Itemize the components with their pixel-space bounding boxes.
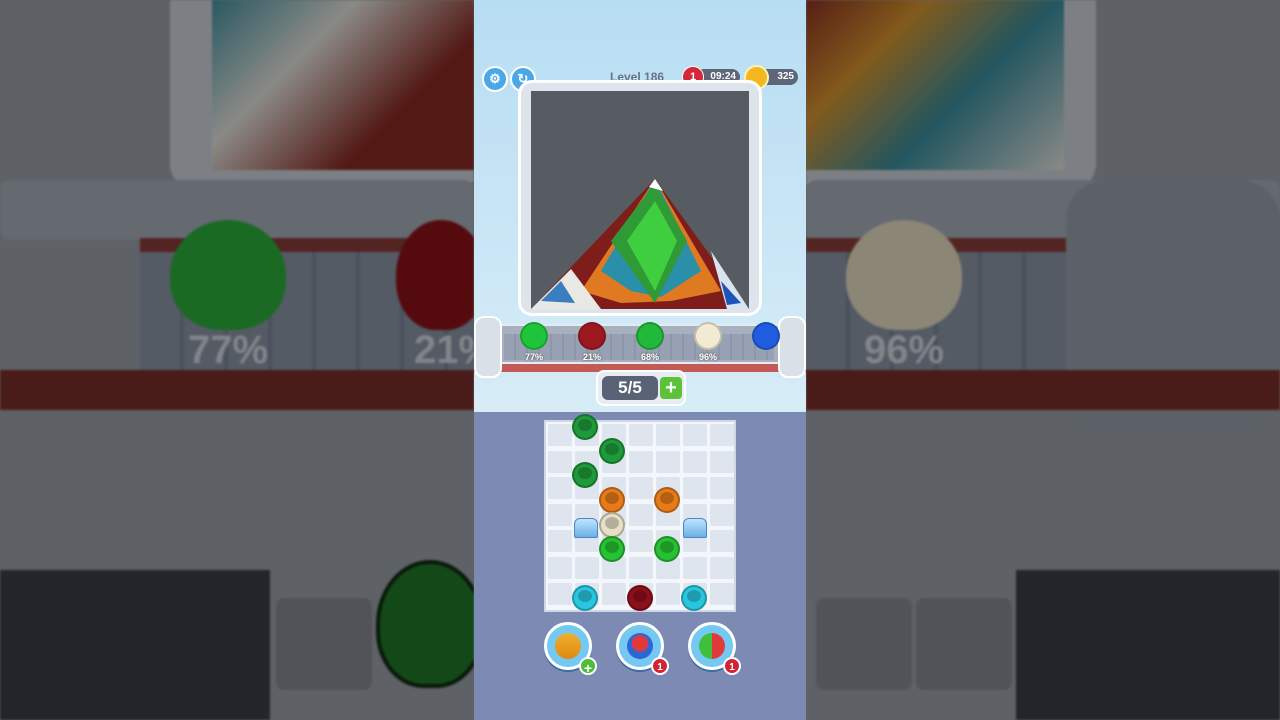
bg-tile: [816, 598, 912, 690]
grid-cell[interactable]: [548, 450, 572, 473]
grid-cell[interactable]: [656, 450, 680, 473]
grid-cell[interactable]: [710, 477, 734, 499]
powerup-badge: +: [579, 657, 597, 676]
shelf-cup[interactable]: [636, 322, 664, 350]
board-cup[interactable]: [572, 462, 598, 488]
grid-cell[interactable]: [629, 477, 653, 499]
grid-cell[interactable]: [548, 583, 572, 605]
magnet-icon: [627, 633, 653, 659]
grid-cell[interactable]: [548, 477, 572, 499]
background-right: 96%: [806, 0, 1280, 720]
powerup-badge: 1: [723, 657, 741, 675]
board-cup[interactable]: [599, 438, 625, 464]
grid-cell[interactable]: [575, 556, 599, 579]
bg-floor: [1016, 570, 1280, 720]
board-cup[interactable]: [599, 536, 625, 562]
grid-cell[interactable]: [548, 503, 572, 526]
shelf-cup[interactable]: [694, 322, 722, 350]
bg-painting: [806, 0, 1064, 170]
color-shelf: 77% 21% 68% 96%: [474, 314, 806, 378]
shuffle-powerup-button[interactable]: 1: [688, 622, 741, 675]
board-cup[interactable]: [654, 487, 680, 513]
shelf-cup-percent: 21%: [582, 352, 601, 362]
magnet-powerup-button[interactable]: 1: [616, 622, 669, 675]
grid-cell[interactable]: [683, 424, 707, 446]
slot-counter-value: 5/5: [602, 376, 658, 400]
shelf-cup-percent: 77%: [524, 352, 543, 362]
bg-rail-lower: [0, 370, 474, 410]
shelf-bracket-right: [778, 316, 806, 378]
bg-cup-red: [396, 220, 474, 330]
bg-percent: 96%: [864, 328, 945, 372]
bg-cup-cream: [846, 220, 962, 330]
grid-cell[interactable]: [629, 503, 653, 526]
grid-cell[interactable]: [629, 530, 653, 552]
gear-icon: ⚙: [489, 71, 501, 86]
grid-cell[interactable]: [602, 583, 626, 605]
bg-tile: [916, 598, 1012, 690]
board-cup[interactable]: [572, 414, 598, 440]
paint-bucket-powerup-button[interactable]: +: [544, 622, 597, 676]
game-view: ⚙ ↻ Level 186 09:24 1 325 77% 21% 68% 96…: [474, 0, 806, 720]
grid-cell[interactable]: [656, 583, 680, 605]
puzzle-grid: [544, 420, 736, 612]
bg-rail-lower: [806, 370, 1280, 410]
bg-cup-green: [170, 220, 286, 330]
grid-cell[interactable]: [710, 556, 734, 579]
blocker-tile: [683, 518, 707, 538]
blocker-tile: [574, 518, 598, 538]
shelf-cup-percent: 96%: [698, 352, 717, 362]
grid-cell[interactable]: [683, 556, 707, 579]
shuffle-icon: [699, 633, 725, 659]
grid-cell[interactable]: [548, 530, 572, 552]
grid-cell[interactable]: [629, 450, 653, 473]
grid-cell[interactable]: [683, 477, 707, 499]
bg-percent: 77%: [188, 328, 269, 372]
board-cup[interactable]: [599, 487, 625, 513]
powerup-badge: 1: [651, 657, 669, 675]
bg-tile: [276, 598, 372, 690]
shelf-bracket-left: [474, 316, 502, 378]
bg-painting: [212, 0, 474, 170]
shelf-cup-percent: 68%: [640, 352, 659, 362]
add-slot-button[interactable]: +: [660, 377, 682, 399]
settings-button[interactable]: ⚙: [482, 66, 508, 92]
grid-cell[interactable]: [656, 424, 680, 446]
bg-percent: 21%: [414, 328, 474, 372]
shelf-cup[interactable]: [752, 322, 780, 350]
grid-cell[interactable]: [629, 556, 653, 579]
slot-counter: 5/5 +: [596, 370, 686, 406]
shelf-cup[interactable]: [578, 322, 606, 350]
grid-cell[interactable]: [710, 583, 734, 605]
board-cup[interactable]: [681, 585, 707, 611]
board-cup[interactable]: [599, 512, 625, 538]
grid-cell[interactable]: [683, 450, 707, 473]
paint-bucket-icon: [555, 633, 581, 659]
pixel-canvas: [531, 91, 749, 309]
grid-cell[interactable]: [710, 530, 734, 552]
shelf-cup[interactable]: [520, 322, 548, 350]
painting-frame: [518, 80, 762, 316]
board-cup[interactable]: [627, 585, 653, 611]
grid-cell[interactable]: [548, 556, 572, 579]
grid-cell[interactable]: [629, 424, 653, 446]
bg-floor: [0, 570, 270, 720]
background-left: 77% 21%: [0, 0, 474, 720]
grid-cell[interactable]: [710, 503, 734, 526]
pixel-art: [531, 179, 749, 309]
bg-cup-dark-green: [376, 560, 474, 688]
grid-cell[interactable]: [710, 424, 734, 446]
grid-cell[interactable]: [548, 424, 572, 446]
board-cup[interactable]: [654, 536, 680, 562]
grid-cell[interactable]: [710, 450, 734, 473]
board-cup[interactable]: [572, 585, 598, 611]
